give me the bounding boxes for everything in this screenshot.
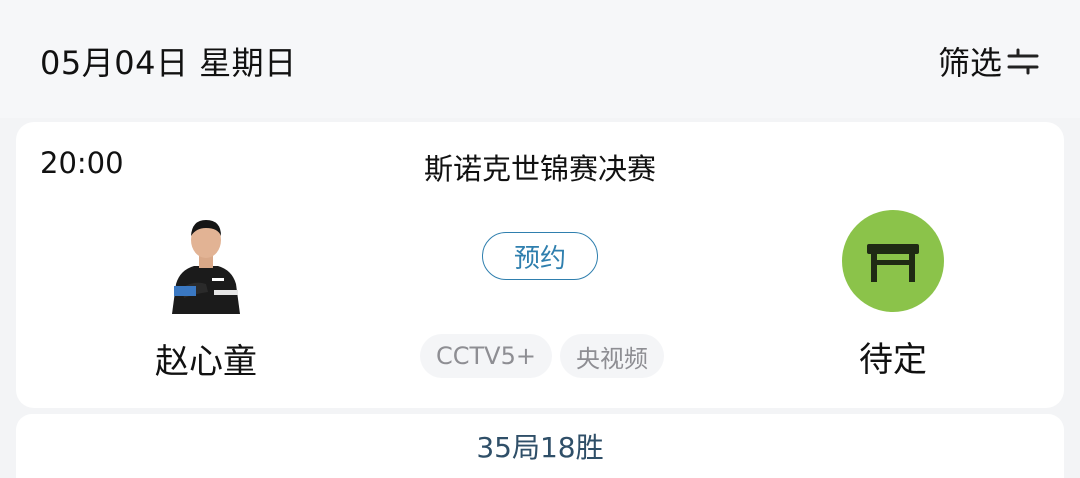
match-format: 35局18胜 bbox=[476, 431, 604, 464]
filter-label: 筛选 bbox=[937, 44, 1002, 82]
date-header: 05月04日 星期日 筛选 bbox=[0, 0, 1080, 118]
match-format-bar: 35局18胜 bbox=[16, 414, 1064, 478]
player-photo bbox=[172, 220, 240, 314]
match-title: 斯诺克世锦赛决赛 bbox=[423, 152, 656, 186]
channel-list: CCTV5+ 央视频 bbox=[420, 334, 664, 378]
player-left[interactable]: 赵心童 bbox=[136, 214, 276, 383]
filter-button[interactable]: 筛选 bbox=[938, 38, 1040, 84]
date-label: 05月04日 星期日 bbox=[40, 44, 297, 82]
reserve-button[interactable]: 预约 bbox=[482, 232, 598, 280]
player-left-name: 赵心童 bbox=[155, 342, 257, 382]
filter-sliders-icon bbox=[1006, 44, 1040, 78]
snooker-table-icon bbox=[842, 210, 944, 312]
match-card[interactable]: 20:00 斯诺克世锦赛决赛 赵心童 预约 CCTV5+ 央视频 待定 bbox=[16, 122, 1064, 408]
channel-tag[interactable]: 央视频 bbox=[559, 334, 664, 378]
player-right-name: 待定 bbox=[859, 340, 927, 380]
channel-tag[interactable]: CCTV5+ bbox=[420, 334, 552, 378]
player-right[interactable]: 待定 bbox=[816, 210, 970, 381]
